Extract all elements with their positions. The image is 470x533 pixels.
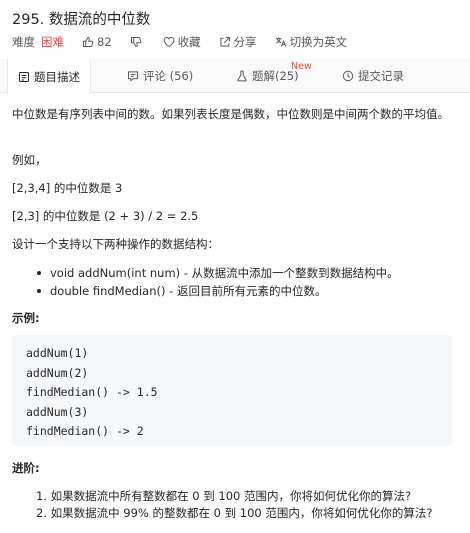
new-badge: New	[291, 61, 312, 72]
translate-icon	[275, 37, 286, 47]
like-count: 82	[97, 35, 112, 49]
sample-heading: 示例:	[12, 311, 40, 325]
tab-comments-label: 评论 (56)	[143, 69, 194, 83]
thumbs-up-icon	[83, 37, 94, 47]
switch-language-button[interactable]: 切换为英文	[275, 34, 348, 50]
intro-paragraph: 中位数是有序列表中间的数。如果列表长度是偶数，中位数则是中间两个数的平均值。	[12, 107, 449, 121]
clock-icon	[342, 70, 354, 82]
example-1: [2,3,4] 的中位数是 3	[12, 181, 123, 195]
code-block: addNum(1) addNum(2) findMedian() -> 1.5 …	[12, 335, 452, 446]
share-button[interactable]: 分享	[219, 34, 257, 50]
code-line: addNum(2)	[26, 365, 89, 380]
tab-description-label: 题目描述	[34, 69, 80, 84]
share-icon	[220, 37, 230, 47]
list-item: 2. 如果数据流中 99% 的整数都在 0 到 100 范围内，你将如何优化你的…	[36, 506, 433, 520]
difficulty-badge: 困难	[41, 35, 64, 49]
favorite-button[interactable]: 收藏	[163, 34, 201, 50]
document-icon	[19, 71, 29, 82]
tab-solutions[interactable]: 题解(25) New	[236, 59, 312, 93]
dislike-button[interactable]	[130, 36, 145, 48]
favorite-label: 收藏	[177, 35, 201, 49]
like-button[interactable]: 82	[82, 35, 112, 49]
tab-submissions[interactable]: 提交记录	[342, 59, 404, 93]
share-label: 分享	[233, 35, 257, 49]
list-item: void addNum(int num) - 从数据流中添加一个整数到数据结构中…	[12, 264, 399, 282]
tab-description[interactable]: 题目描述	[7, 59, 91, 94]
problem-title: 295. 数据流的中位数	[12, 12, 151, 28]
followup-heading: 进阶:	[12, 461, 40, 475]
tab-bar: 题目描述 评论 (56) 题解(25) New 提交记录	[0, 59, 470, 94]
tab-comments[interactable]: 评论 (56)	[127, 59, 193, 93]
code-line: findMedian() -> 2	[26, 424, 144, 438]
problem-meta-bar: 难度 困难 82 收藏 分享 切换为英文	[12, 35, 365, 49]
example-2: [2,3] 的中位数是 (2 + 3) / 2 = 2.5	[12, 209, 199, 223]
example-label: 例如，	[12, 153, 47, 167]
switch-language-label: 切换为英文	[289, 35, 348, 49]
flask-icon	[237, 70, 247, 82]
difficulty-label: 难度	[12, 35, 35, 49]
comment-icon	[128, 71, 138, 82]
followup-list: 1. 如果数据流中所有整数都在 0 到 100 范围内，你将如何优化你的算法? …	[12, 488, 433, 522]
code-line: findMedian() -> 1.5	[26, 385, 158, 399]
list-item: 1. 如果数据流中所有整数都在 0 到 100 范围内，你将如何优化你的算法?	[36, 489, 412, 503]
code-line: addNum(1)	[26, 346, 89, 360]
design-text: 设计一个支持以下两种操作的数据结构：	[12, 237, 219, 251]
heart-icon	[163, 37, 175, 48]
thumbs-down-icon	[130, 37, 141, 47]
operation-list: void addNum(int num) - 从数据流中添加一个整数到数据结构中…	[12, 264, 399, 300]
code-line: addNum(3)	[26, 404, 89, 419]
list-item: double findMedian() - 返回目前所有元素的中位数。	[12, 282, 399, 300]
tab-submissions-label: 提交记录	[358, 69, 404, 83]
